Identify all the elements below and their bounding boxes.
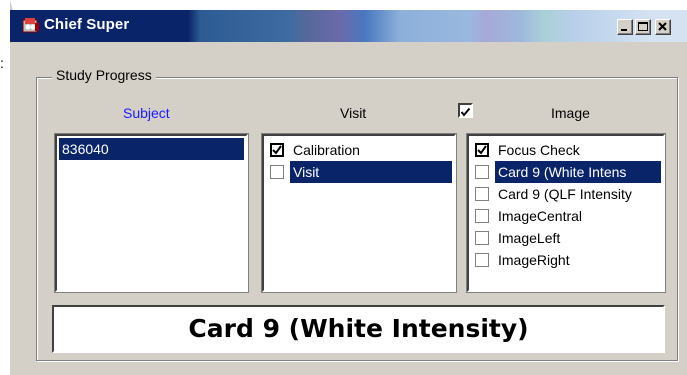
checkbox[interactable] <box>475 165 489 179</box>
list-item[interactable]: Card 9 (White Intens <box>471 161 661 183</box>
minimize-button[interactable] <box>617 19 633 35</box>
checkbox[interactable] <box>475 187 489 201</box>
list-item[interactable]: Card 9 (QLF Intensity <box>471 183 661 205</box>
current-step-display: Card 9 (White Intensity) <box>52 305 665 353</box>
list-item[interactable]: ImageCentral <box>471 205 661 227</box>
stray-glyph: : <box>0 55 4 71</box>
list-item-label: Card 9 (QLF Intensity <box>498 186 632 202</box>
checkmark-icon <box>272 145 282 155</box>
list-item[interactable]: ImageLeft <box>471 227 661 249</box>
checkbox[interactable] <box>475 253 489 267</box>
list-item-label: ImageRight <box>498 252 570 268</box>
list-item-label: Focus Check <box>498 142 580 158</box>
group-label: Study Progress <box>52 67 156 83</box>
image-list[interactable]: Focus Check Card 9 (White Intens Card 9 … <box>466 133 666 293</box>
title-bar[interactable]: Chief Super <box>10 10 687 42</box>
checkbox[interactable] <box>475 143 489 157</box>
list-item-label: Visit <box>290 161 452 183</box>
app-icon <box>22 18 39 33</box>
list-item[interactable]: ImageRight <box>471 249 661 271</box>
image-header: Image <box>551 105 590 121</box>
checkmark-icon <box>477 145 487 155</box>
subject-list[interactable]: 836040 <box>54 133 249 293</box>
close-icon <box>658 22 667 31</box>
close-button[interactable] <box>655 19 671 35</box>
visit-list[interactable]: Calibration Visit <box>261 133 457 293</box>
maximize-icon <box>638 22 648 31</box>
checkbox[interactable] <box>270 143 284 157</box>
list-item-label: Calibration <box>293 142 360 158</box>
list-item[interactable]: 836040 <box>59 138 244 160</box>
subject-header: Subject <box>123 105 170 121</box>
checkbox[interactable] <box>270 165 284 179</box>
list-item-label: ImageCentral <box>498 208 583 224</box>
list-item[interactable]: Visit <box>266 161 452 183</box>
checkbox[interactable] <box>475 231 489 245</box>
list-item[interactable]: Calibration <box>266 139 452 161</box>
visit-header: Visit <box>340 105 367 121</box>
list-item-label: ImageLeft <box>498 230 561 246</box>
window-title: Chief Super <box>44 16 130 33</box>
minimize-icon <box>621 29 627 31</box>
maximize-button[interactable] <box>635 19 651 35</box>
checkbox[interactable] <box>475 209 489 223</box>
list-item-label: Card 9 (White Intens <box>495 161 661 183</box>
image-header-checkbox[interactable] <box>458 103 473 118</box>
list-item-label: 836040 <box>59 138 244 160</box>
checkmark-icon <box>460 107 471 117</box>
list-item[interactable]: Focus Check <box>471 139 661 161</box>
